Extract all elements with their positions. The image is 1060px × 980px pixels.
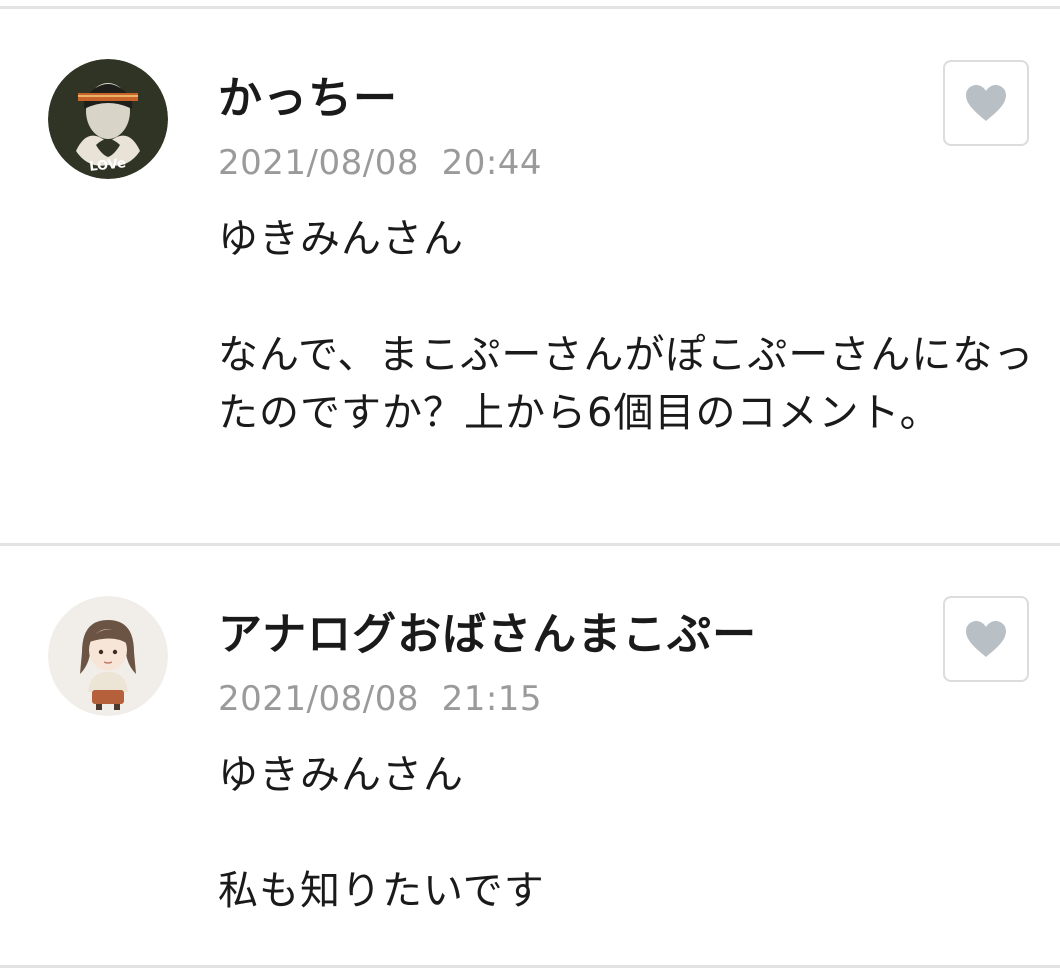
comment-author[interactable]: かっちー [218, 62, 398, 126]
user-avatar[interactable]: LOVe [48, 59, 168, 179]
comment-body: ゆきみんさん なんで、まこぷーさんがぽこぷーさんになったのですか？上から6個目の… [218, 216, 1035, 436]
comment-author[interactable]: アナログおばさんまこぷー [218, 598, 757, 662]
heart-icon [966, 621, 1006, 657]
comment-body: ゆきみんさん 私も知りたいです [218, 752, 545, 914]
illustrated-woman-avatar-icon [48, 596, 168, 716]
like-button[interactable] [943, 60, 1029, 146]
bottom-divider [0, 965, 1060, 968]
comment-timestamp: 2021/08/08 21:15 [218, 679, 543, 719]
comment-item: アナログおばさんまこぷー 2021/08/08 21:15 ゆきみんさん 私も知… [0, 546, 1060, 966]
love-heart-hands-avatar-icon: LOVe [48, 59, 168, 179]
heart-icon [966, 85, 1006, 121]
user-avatar[interactable] [48, 596, 168, 716]
like-button[interactable] [943, 596, 1029, 682]
comment-timestamp: 2021/08/08 20:44 [218, 143, 543, 183]
comment-item: LOVe かっちー 2021/08/08 20:44 ゆきみんさん なんで、まこ… [0, 0, 1060, 545]
